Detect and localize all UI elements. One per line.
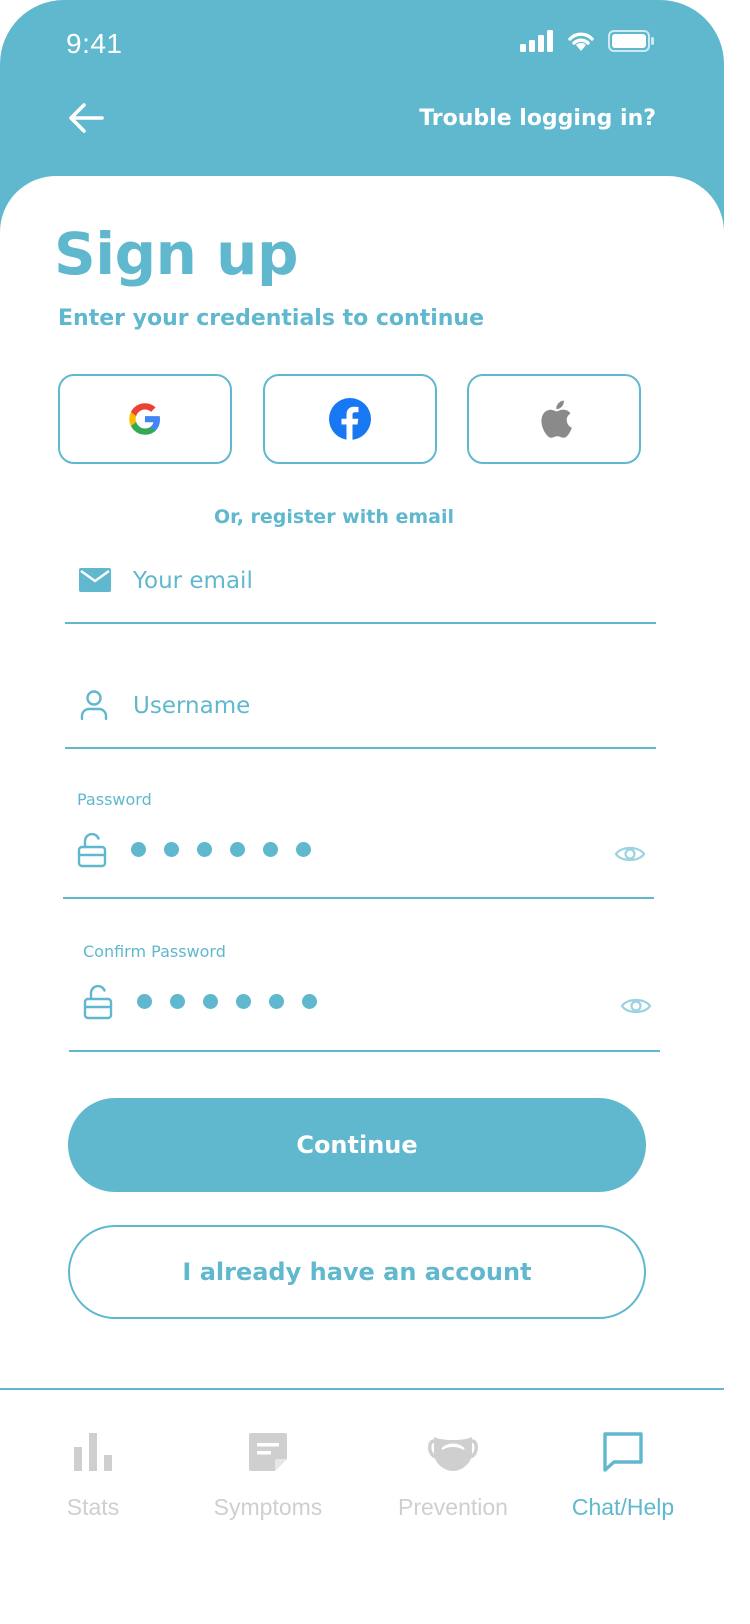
page-subtitle: Enter your credentials to continue bbox=[58, 306, 485, 331]
password-dot bbox=[269, 994, 284, 1009]
confirm-password-label: Confirm Password bbox=[83, 942, 226, 961]
password-label: Password bbox=[77, 790, 152, 809]
password-dot bbox=[263, 842, 278, 857]
page-title: Sign up bbox=[54, 220, 298, 288]
continue-button[interactable]: Continue bbox=[68, 1098, 646, 1192]
confirm-password-input[interactable] bbox=[137, 994, 317, 1009]
tab-symptoms[interactable]: Symptoms bbox=[183, 1390, 353, 1540]
signal-icon bbox=[520, 30, 553, 52]
user-icon bbox=[80, 690, 108, 721]
eye-icon[interactable] bbox=[620, 994, 652, 1018]
facebook-signin-button[interactable] bbox=[263, 374, 437, 464]
phone-screen: 9:41 Trouble logging in? Sign up Enter y… bbox=[0, 0, 724, 1624]
lock-open-icon bbox=[83, 984, 113, 1020]
username-field bbox=[65, 681, 656, 749]
password-dot bbox=[236, 994, 251, 1009]
email-input[interactable] bbox=[133, 568, 613, 594]
have-account-button[interactable]: I already have an account bbox=[68, 1225, 646, 1319]
battery-icon bbox=[608, 30, 654, 52]
mail-icon bbox=[79, 568, 111, 592]
tab-label: Chat/Help bbox=[571, 1494, 675, 1520]
password-dot bbox=[170, 994, 185, 1009]
password-dot bbox=[197, 842, 212, 857]
chat-bubble-icon bbox=[603, 1432, 643, 1472]
username-input[interactable] bbox=[133, 693, 613, 719]
tab-label: Stats bbox=[66, 1494, 120, 1520]
bottom-tab-bar: Stats Symptoms Prevention Chat/Help bbox=[0, 1388, 724, 1624]
password-dot bbox=[131, 842, 146, 857]
status-bar: 9:41 bbox=[0, 0, 724, 90]
apple-signin-button[interactable] bbox=[467, 374, 641, 464]
status-icons bbox=[520, 30, 654, 52]
password-dot bbox=[137, 994, 152, 1009]
email-field bbox=[65, 556, 656, 624]
wifi-icon bbox=[568, 32, 594, 51]
tab-chat-help[interactable]: Chat/Help bbox=[538, 1390, 708, 1540]
google-signin-button[interactable] bbox=[58, 374, 232, 464]
confirm-password-field: Confirm Password bbox=[69, 936, 660, 1052]
top-bar: Trouble logging in? bbox=[0, 90, 724, 176]
apple-icon bbox=[541, 400, 572, 438]
password-dot bbox=[164, 842, 179, 857]
password-input[interactable] bbox=[131, 842, 311, 857]
tab-label: Symptoms bbox=[213, 1494, 323, 1520]
note-icon bbox=[249, 1433, 287, 1471]
password-field: Password bbox=[63, 784, 654, 899]
password-dot bbox=[203, 994, 218, 1009]
back-button[interactable] bbox=[64, 98, 112, 138]
tab-label: Prevention bbox=[398, 1494, 508, 1520]
facebook-icon bbox=[329, 398, 371, 440]
register-divider-text: Or, register with email bbox=[213, 506, 454, 528]
signup-card: Sign up Enter your credentials to contin… bbox=[0, 176, 724, 1624]
mask-icon bbox=[428, 1437, 478, 1471]
bar-chart-icon bbox=[74, 1433, 112, 1471]
lock-open-icon bbox=[77, 832, 107, 868]
arrow-left-icon bbox=[69, 103, 104, 133]
eye-icon[interactable] bbox=[614, 842, 646, 866]
password-dot bbox=[230, 842, 245, 857]
password-dot bbox=[302, 994, 317, 1009]
tab-stats[interactable]: Stats bbox=[8, 1390, 178, 1540]
password-dot bbox=[296, 842, 311, 857]
trouble-logging-in-link[interactable]: Trouble logging in? bbox=[419, 106, 656, 131]
status-time: 9:41 bbox=[66, 28, 123, 59]
google-icon bbox=[129, 403, 160, 435]
tab-prevention[interactable]: Prevention bbox=[368, 1390, 538, 1540]
